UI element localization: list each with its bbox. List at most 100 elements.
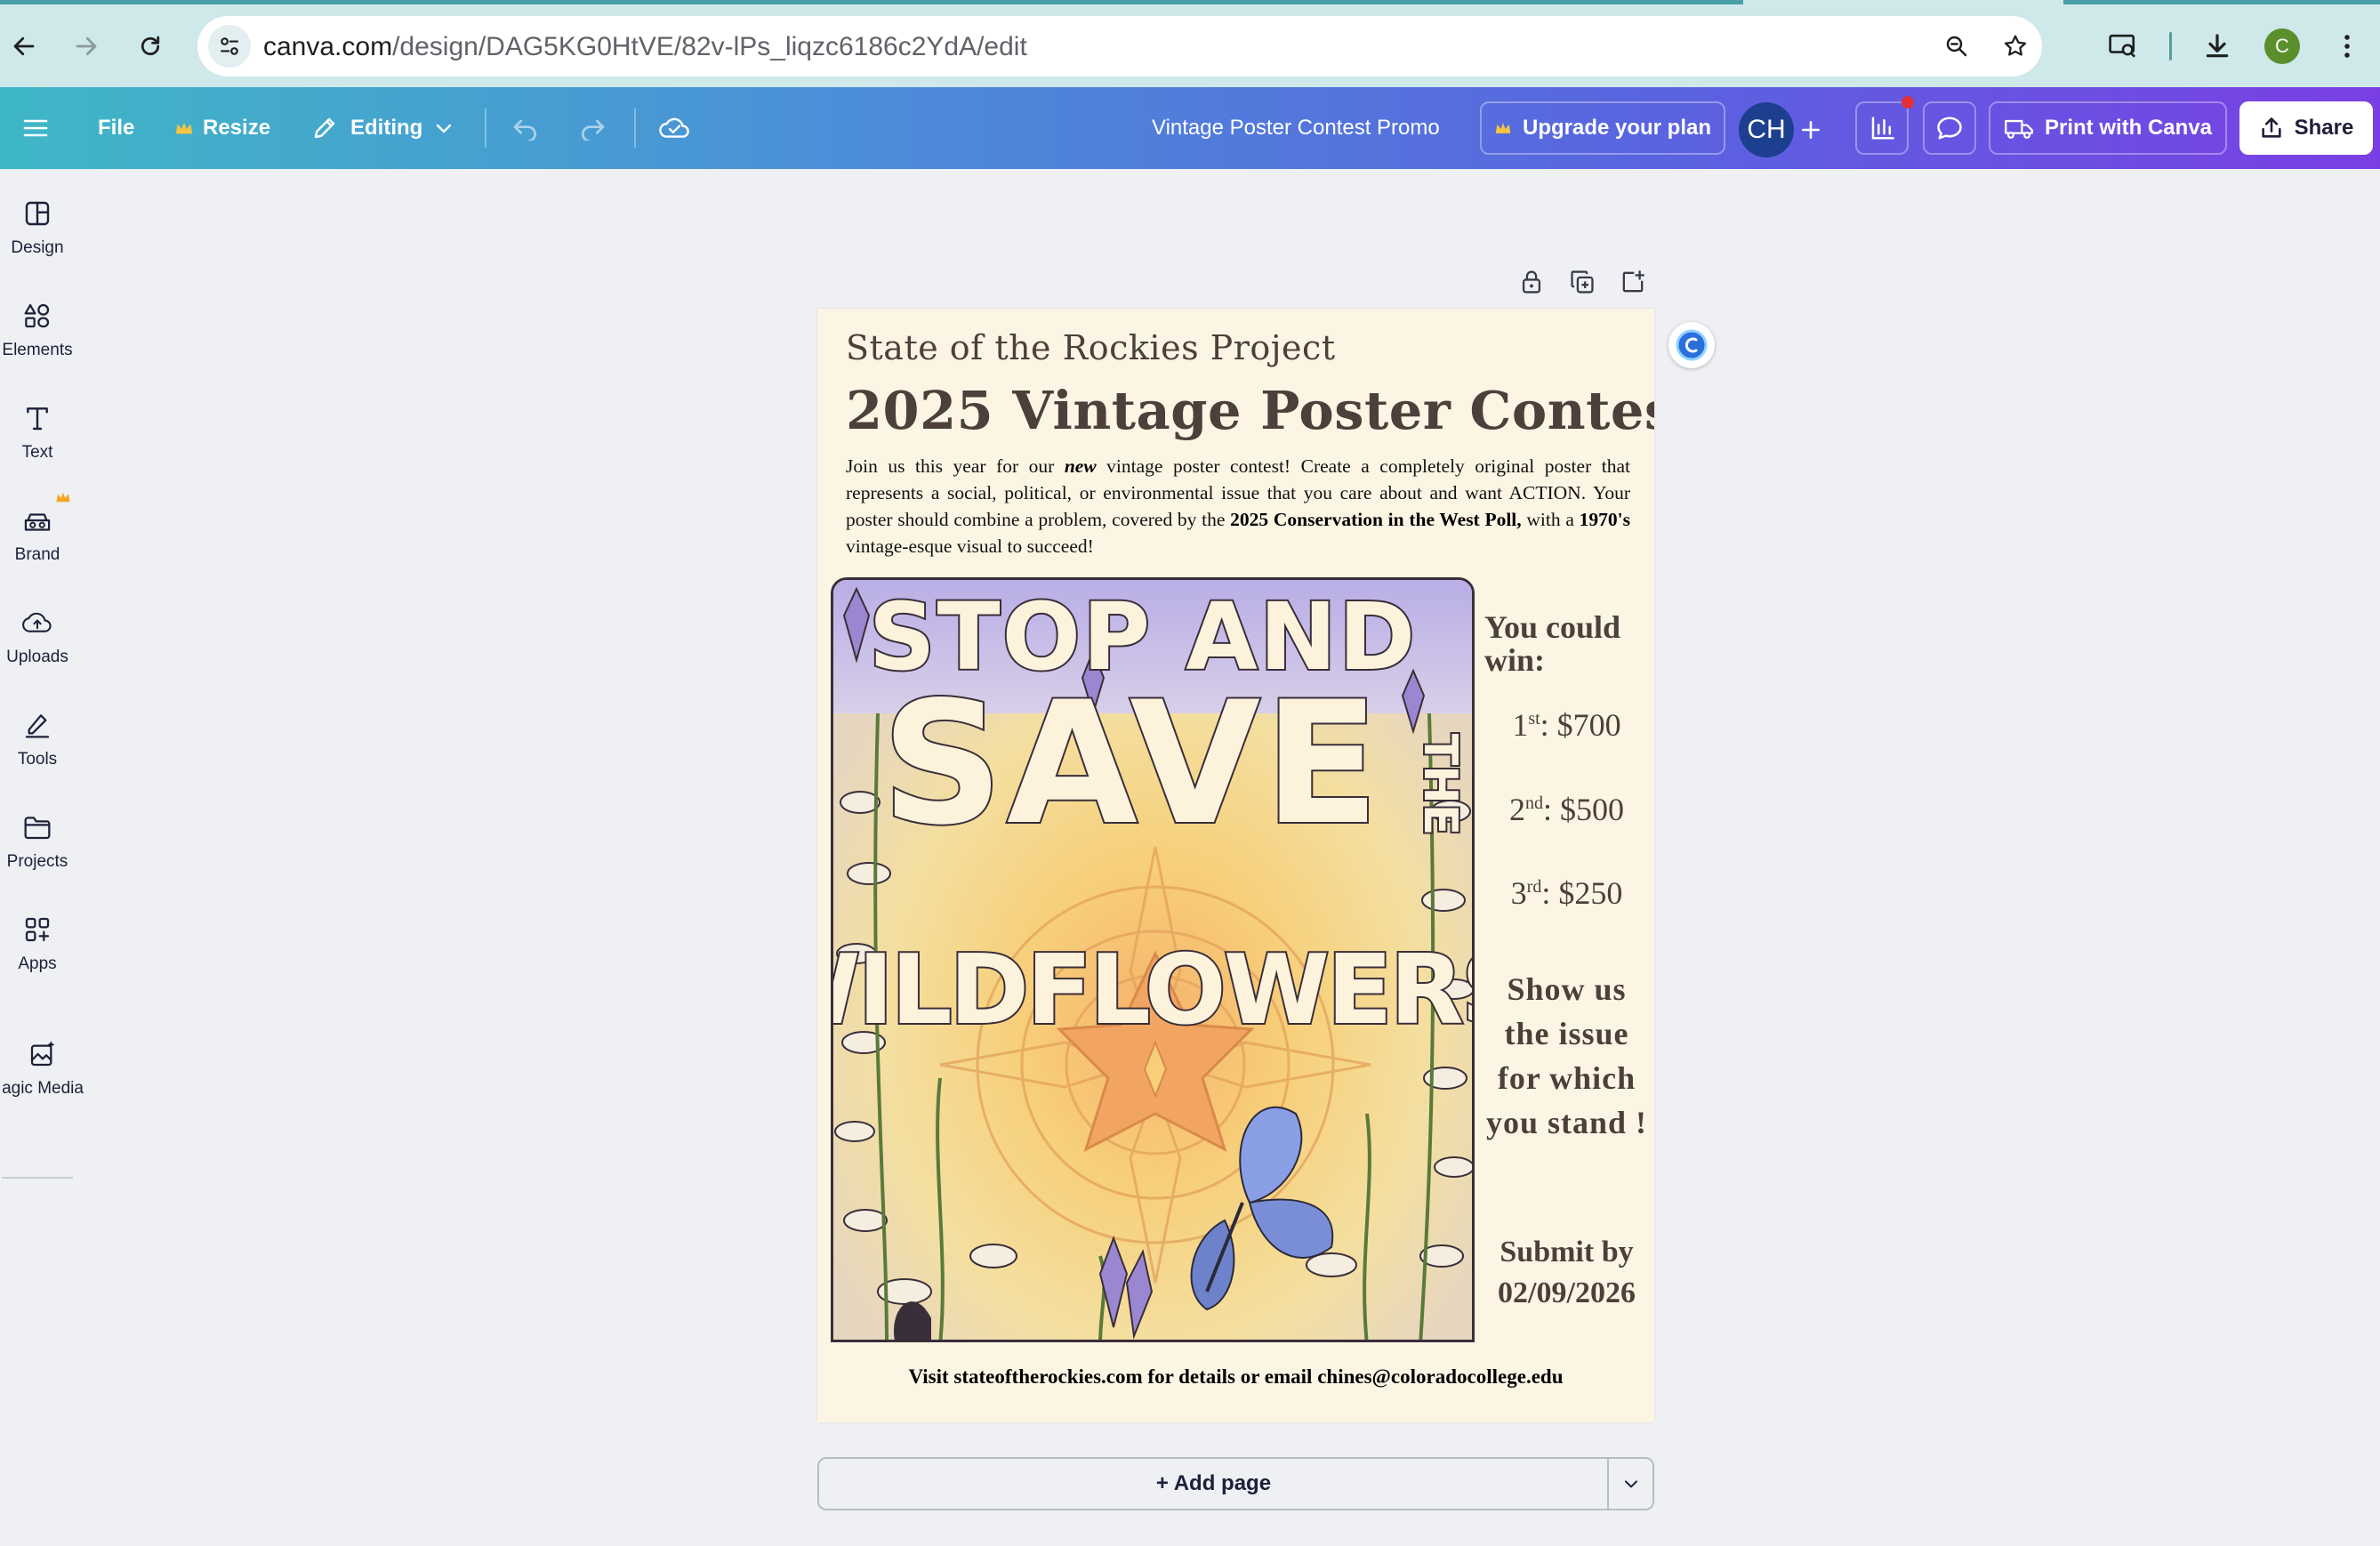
truck-icon [2005, 119, 2033, 139]
cloud-upload-icon [20, 607, 55, 639]
editing-mode-dropdown[interactable]: Editing [311, 87, 453, 169]
document-title[interactable]: Vintage Poster Contest Promo [1152, 87, 1440, 169]
body-poll-name: 2025 Conservation in the West Poll, [1230, 509, 1522, 530]
back-button[interactable] [2, 24, 46, 68]
prize-second[interactable]: 2nd: $500 [1484, 791, 1649, 828]
comment-icon [1937, 117, 1962, 140]
site-info-button[interactable] [208, 25, 251, 68]
canva-assistant-icon [1676, 329, 1708, 361]
submit-label: Submit by [1500, 1236, 1634, 1268]
browser-menu-button[interactable] [2325, 24, 2369, 68]
sidebar-item-label: Elements [2, 341, 73, 359]
collaborator-avatar[interactable]: CH [1739, 102, 1794, 157]
print-label: Print with Canva [2044, 116, 2213, 140]
duplicate-page-button[interactable] [1565, 265, 1599, 299]
kebab-menu-icon [2344, 35, 2350, 58]
downloads-button[interactable] [2195, 24, 2239, 68]
folder-icon [20, 811, 55, 843]
lock-page-button[interactable] [1515, 265, 1548, 299]
sidebar-item-tools[interactable]: Tools [0, 680, 75, 769]
magic-media-icon [25, 1038, 60, 1070]
prize-third[interactable]: 3rd: $250 [1484, 874, 1649, 912]
save-status-button[interactable] [651, 105, 697, 151]
sidebar-divider [2, 1177, 73, 1179]
body-segment: with a [1521, 509, 1580, 530]
design-page[interactable]: State of the Rockies Project 2025 Vintag… [817, 309, 1654, 1422]
redo-button[interactable] [569, 105, 615, 151]
design-footer-text[interactable]: Visit stateoftherockies.com for details … [817, 1365, 1654, 1389]
duplicate-icon [1571, 270, 1594, 294]
insights-button[interactable] [1855, 101, 1909, 155]
bar-chart-icon [1871, 117, 1894, 140]
tune-icon [221, 37, 238, 55]
sidebar-item-label: Tools [17, 750, 58, 769]
toolbar-divider [634, 109, 636, 148]
body-segment: vintage-esque visual to succeed! [846, 535, 1094, 557]
resize-button[interactable]: Resize [174, 87, 270, 169]
share-button[interactable]: Share [2239, 101, 2373, 155]
sidebar-item-magic-media[interactable]: agic Media [2, 1010, 84, 1099]
toolbar-separator [2169, 32, 2172, 60]
url-host: canva.com [263, 32, 393, 61]
undo-button[interactable] [503, 105, 549, 151]
reload-button[interactable] [128, 24, 173, 68]
file-menu[interactable]: File [98, 87, 134, 169]
sidebar-item-projects[interactable]: Projects [0, 783, 75, 872]
add-page-options-button[interactable] [1607, 1457, 1654, 1510]
design-title-text[interactable]: 2025 Vintage Poster Contest [846, 380, 1654, 441]
crown-icon [56, 492, 70, 503]
sidebar-item-brand[interactable]: Brand [0, 476, 75, 565]
body-segment: Join us this year for our [846, 455, 1065, 477]
sidebar-item-apps[interactable]: Apps [0, 885, 75, 974]
bookmark-button[interactable] [1996, 27, 2035, 66]
sidebar-item-elements[interactable]: Elements [0, 271, 75, 360]
win-heading[interactable]: You could win: [1484, 611, 1649, 677]
add-page-after-button[interactable] [1616, 265, 1650, 299]
design-kicker-text[interactable]: State of the Rockies Project [846, 328, 1336, 367]
poster-line-wildflowers: WILDFLOWERS [833, 935, 1475, 1046]
invite-button[interactable] [1789, 109, 1832, 151]
comments-button[interactable] [1923, 101, 1976, 155]
upgrade-plan-button[interactable]: Upgrade your plan [1480, 101, 1725, 155]
toolbar-divider [485, 109, 486, 148]
sidebar-item-label: Uploads [6, 648, 68, 666]
crown-icon [1495, 123, 1511, 133]
star-icon [2004, 35, 2027, 56]
text-t-icon [20, 402, 55, 434]
url-text: canva.com/design/DAG5KG0HtVE/82v-lPs_liq… [263, 32, 1027, 62]
lock-icon [1522, 270, 1541, 294]
address-bar[interactable]: canva.com/design/DAG5KG0HtVE/82v-lPs_liq… [197, 16, 2042, 76]
zoom-icon [1946, 36, 1967, 57]
sidebar-item-uploads[interactable]: Uploads [0, 578, 75, 667]
prize-first[interactable]: 1st: $700 [1484, 706, 1649, 744]
cloud-check-icon [659, 117, 689, 138]
editor-toolbar: File Resize Editing Vintage Poster Conte… [0, 87, 2380, 169]
main-menu-button[interactable] [12, 105, 59, 151]
brand-icon [20, 504, 55, 536]
submit-deadline[interactable]: Submit by 02/09/2026 [1484, 1232, 1649, 1314]
upgrade-label: Upgrade your plan [1522, 116, 1712, 140]
browser-chrome: canva.com/design/DAG5KG0HtVE/82v-lPs_liq… [0, 0, 2380, 87]
sidebar-item-label: Brand [14, 545, 60, 564]
design-body-text[interactable]: Join us this year for our new vintage po… [846, 453, 1630, 560]
tab-strip [0, 0, 2380, 4]
poster-artwork: STOP AND SAVE THE WILDFLOWERS [833, 580, 1475, 1340]
crown-icon [175, 122, 193, 134]
print-with-canva-button[interactable]: Print with Canva [1989, 101, 2227, 155]
canva-assistant-button[interactable] [1668, 322, 1715, 368]
sidebar-item-label: Text [21, 443, 53, 462]
wildflowers-poster-image[interactable]: STOP AND SAVE THE WILDFLOWERS [831, 577, 1475, 1342]
body-era: 1970's [1579, 509, 1630, 530]
add-page-button[interactable]: + Add page [817, 1457, 1608, 1510]
share-upload-icon [2262, 117, 2281, 138]
arrow-right-icon [76, 36, 97, 56]
shapes-icon [20, 300, 55, 332]
tab-search-button[interactable] [2101, 24, 2145, 68]
profile-avatar[interactable]: C [2264, 28, 2300, 64]
zoom-button[interactable] [1937, 27, 1976, 66]
forward-button[interactable] [64, 24, 109, 68]
show-us-text[interactable]: Show us the issue for which you stand ! [1484, 967, 1649, 1145]
sidebar-item-text[interactable]: Text [0, 374, 75, 463]
sidebar-item-design[interactable]: Design [0, 169, 75, 258]
body-new-word: new [1064, 455, 1097, 477]
